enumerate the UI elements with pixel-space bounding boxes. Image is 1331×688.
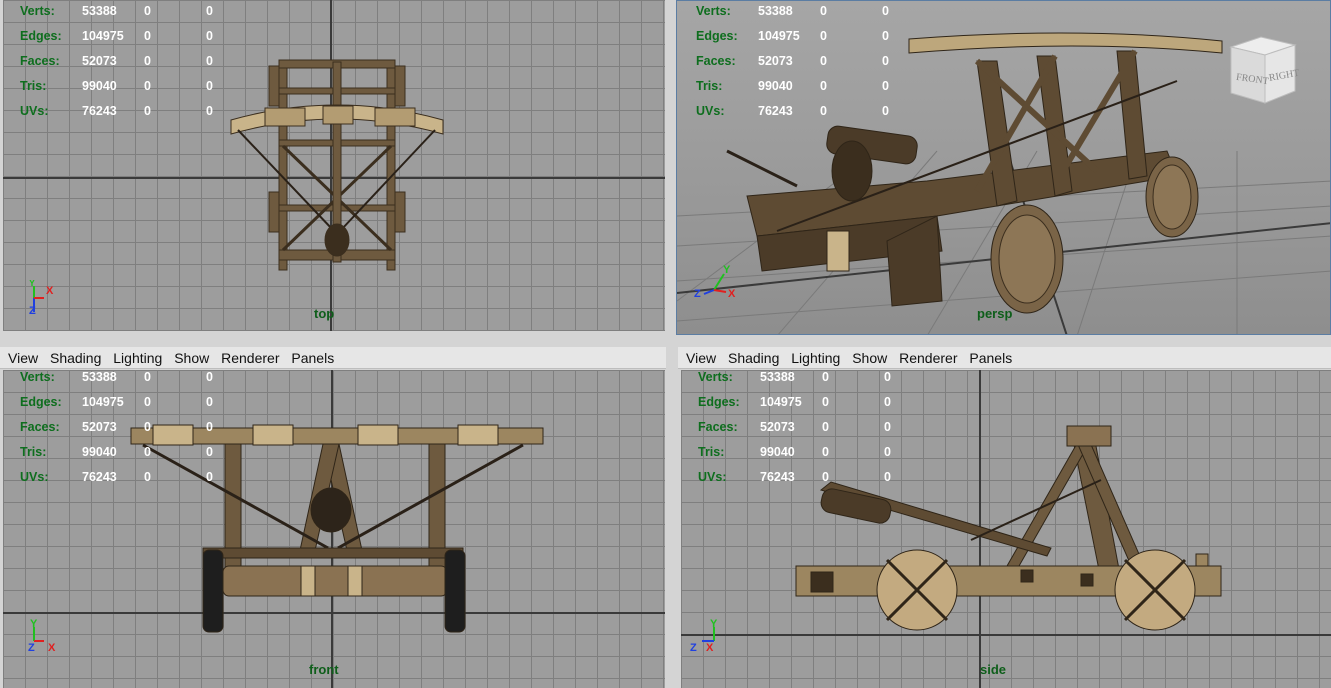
svg-text:X: X: [46, 285, 54, 297]
svg-text:X: X: [48, 642, 56, 654]
panel-menubar-front: View Shading Lighting Show Renderer Pane…: [0, 347, 666, 369]
viewport-side[interactable]: [681, 370, 1331, 688]
axis-triad-icon: Y Z X: [690, 619, 718, 654]
viewport-persp[interactable]: FRONT RIGHT: [676, 0, 1331, 335]
viewport-label-side: side: [980, 662, 1007, 677]
svg-text:Y: Y: [710, 619, 718, 630]
axis-triad-icon: Y Z X: [28, 619, 56, 654]
menu-lighting[interactable]: Lighting: [113, 350, 162, 366]
menu-shading[interactable]: Shading: [50, 350, 101, 366]
catapult-model-top[interactable]: [3, 0, 665, 331]
viewport-label-top: top: [314, 306, 335, 321]
viewport-top-pane: Verts: 53388 0 0 Edges: 104975 0 0 Faces: 52073…: [0, 0, 666, 331]
viewport-label-persp: persp: [977, 306, 1013, 321]
axis-triad-icon: Y Z X: [694, 264, 736, 300]
viewport-top[interactable]: [3, 0, 665, 331]
svg-text:Y: Y: [29, 280, 35, 288]
svg-text:Y: Y: [723, 264, 731, 276]
menu-show[interactable]: Show: [174, 350, 209, 366]
svg-text:X: X: [706, 642, 714, 654]
svg-text:Z: Z: [29, 305, 36, 317]
svg-text:Z: Z: [694, 288, 701, 300]
viewport-front-pane: View Shading Lighting Show Renderer Pane…: [0, 347, 666, 688]
menu-lighting[interactable]: Lighting: [791, 350, 840, 366]
menu-view[interactable]: View: [686, 350, 716, 366]
menu-shading[interactable]: Shading: [728, 350, 779, 366]
axis-triad-icon: X Y Z: [29, 280, 54, 317]
svg-text:Z: Z: [690, 642, 697, 654]
view-cube-icon[interactable]: FRONT RIGHT: [1225, 31, 1305, 111]
viewport-persp-pane: FRONT RIGHT Verts: 53388 0 0 Edges: 104975 0 0…: [676, 0, 1331, 335]
menu-view[interactable]: View: [8, 350, 38, 366]
viewport-label-front: front: [309, 662, 339, 677]
catapult-model-front[interactable]: [3, 370, 665, 688]
catapult-model-side[interactable]: [681, 370, 1331, 688]
menu-show[interactable]: Show: [852, 350, 887, 366]
svg-text:X: X: [728, 288, 736, 300]
svg-text:Z: Z: [28, 642, 35, 654]
menu-panels[interactable]: Panels: [291, 350, 334, 366]
menu-renderer[interactable]: Renderer: [899, 350, 957, 366]
svg-text:Y: Y: [30, 619, 38, 630]
viewport-front[interactable]: [3, 370, 665, 688]
panel-menubar-side: View Shading Lighting Show Renderer Pane…: [678, 347, 1331, 369]
viewport-side-pane: View Shading Lighting Show Renderer Pane…: [678, 347, 1331, 688]
menu-renderer[interactable]: Renderer: [221, 350, 279, 366]
menu-panels[interactable]: Panels: [969, 350, 1012, 366]
